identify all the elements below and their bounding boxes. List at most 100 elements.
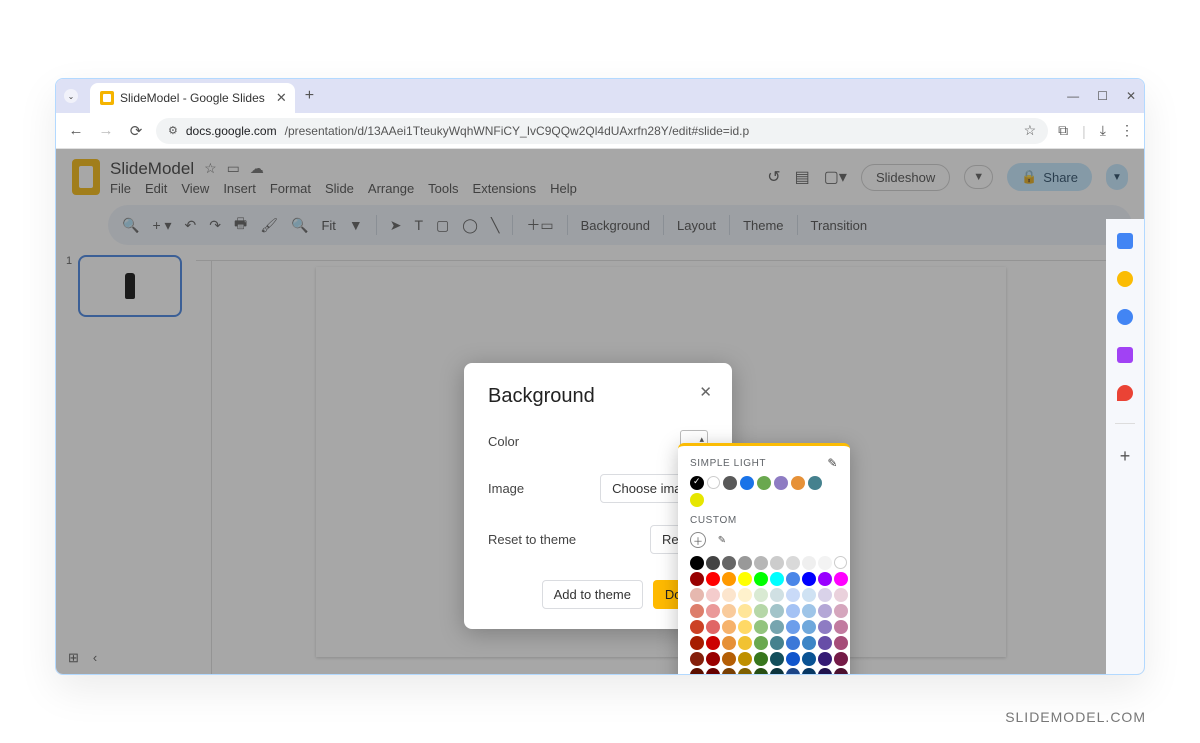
color-swatch[interactable]	[770, 636, 784, 650]
color-swatch[interactable]	[818, 588, 832, 602]
color-swatch[interactable]	[706, 636, 720, 650]
textbox-icon[interactable]: T	[414, 217, 423, 233]
color-swatch[interactable]	[802, 588, 816, 602]
color-swatch[interactable]	[802, 572, 816, 586]
color-swatch[interactable]	[802, 556, 816, 570]
color-swatch[interactable]	[834, 556, 847, 569]
maximize-icon[interactable]: ☐	[1097, 89, 1108, 103]
reload-icon[interactable]: ⟳	[126, 122, 146, 140]
zoom-level[interactable]: Fit	[321, 218, 335, 233]
color-swatch[interactable]	[770, 572, 784, 586]
color-swatch[interactable]	[706, 652, 720, 666]
color-swatch[interactable]	[770, 588, 784, 602]
doc-title[interactable]: SlideModel	[110, 159, 194, 179]
color-swatch[interactable]	[770, 620, 784, 634]
color-swatch[interactable]	[706, 556, 720, 570]
color-swatch[interactable]	[834, 668, 848, 675]
add-to-theme-button[interactable]: Add to theme	[542, 580, 643, 609]
color-swatch[interactable]	[818, 572, 832, 586]
color-swatch[interactable]	[706, 604, 720, 618]
share-button[interactable]: 🔒 Share	[1007, 163, 1092, 191]
color-swatch[interactable]	[802, 636, 816, 650]
color-swatch[interactable]	[738, 588, 752, 602]
select-tool-icon[interactable]: ➤	[390, 217, 402, 234]
shape-icon[interactable]: ◯	[462, 217, 478, 234]
color-swatch[interactable]	[786, 652, 800, 666]
color-swatch[interactable]	[706, 588, 720, 602]
menu-view[interactable]: View	[181, 181, 209, 196]
color-swatch[interactable]	[738, 636, 752, 650]
color-swatch[interactable]	[722, 620, 736, 634]
theme-swatch[interactable]	[707, 476, 720, 489]
minimize-icon[interactable]: —	[1067, 89, 1079, 103]
color-swatch[interactable]	[738, 620, 752, 634]
color-swatch[interactable]	[818, 620, 832, 634]
zoom-dropdown-icon[interactable]: ▼	[349, 217, 363, 233]
extensions-icon[interactable]: ⧉	[1058, 122, 1068, 139]
color-swatch[interactable]	[786, 636, 800, 650]
color-swatch[interactable]	[754, 556, 768, 570]
add-addon-icon[interactable]: +	[1120, 446, 1131, 467]
add-custom-color-icon[interactable]: ＋	[690, 532, 706, 548]
color-swatch[interactable]	[722, 652, 736, 666]
new-slide-icon[interactable]: + ▾	[152, 217, 171, 234]
menu-arrange[interactable]: Arrange	[368, 181, 414, 196]
color-swatch[interactable]	[834, 652, 848, 666]
color-swatch[interactable]	[722, 588, 736, 602]
search-menus-icon[interactable]: 🔍	[122, 217, 139, 234]
color-swatch[interactable]	[754, 588, 768, 602]
color-swatch[interactable]	[834, 588, 848, 602]
color-swatch[interactable]	[786, 620, 800, 634]
color-swatch[interactable]	[818, 652, 832, 666]
menu-insert[interactable]: Insert	[223, 181, 256, 196]
color-swatch[interactable]	[754, 572, 768, 586]
forward-icon[interactable]: →	[96, 122, 116, 139]
color-swatch[interactable]	[786, 668, 800, 675]
color-swatch[interactable]	[754, 668, 768, 675]
color-swatch[interactable]	[818, 636, 832, 650]
color-swatch[interactable]	[690, 556, 704, 570]
close-dialog-icon[interactable]: ✕	[699, 383, 712, 401]
menu-file[interactable]: File	[110, 181, 131, 196]
menu-extensions[interactable]: Extensions	[473, 181, 537, 196]
tab-search-icon[interactable]: ⌄	[64, 89, 78, 103]
color-swatch[interactable]	[834, 636, 848, 650]
comments-icon[interactable]: ▤	[795, 167, 810, 187]
color-swatch[interactable]	[802, 604, 816, 618]
color-swatch[interactable]	[818, 556, 832, 570]
paint-format-icon[interactable]: 🖌	[260, 217, 278, 234]
color-swatch[interactable]	[834, 604, 848, 618]
move-folder-icon[interactable]: ▭	[227, 160, 240, 177]
toolbar-transition[interactable]: Transition	[811, 218, 868, 233]
calendar-icon[interactable]	[1117, 233, 1133, 249]
chrome-menu-icon[interactable]: ⋮	[1120, 122, 1134, 139]
color-swatch[interactable]	[738, 572, 752, 586]
color-swatch[interactable]	[706, 572, 720, 586]
theme-swatch[interactable]	[690, 476, 704, 490]
menu-tools[interactable]: Tools	[428, 181, 458, 196]
color-swatch[interactable]	[722, 572, 736, 586]
download-icon[interactable]: ⤓	[1100, 122, 1106, 139]
toolbar-background[interactable]: Background	[581, 218, 650, 233]
color-swatch[interactable]	[754, 636, 768, 650]
color-swatch[interactable]	[738, 668, 752, 675]
color-swatch[interactable]	[722, 668, 736, 675]
color-swatch[interactable]	[722, 556, 736, 570]
toolbar-theme[interactable]: Theme	[743, 218, 783, 233]
color-swatch[interactable]	[706, 668, 720, 675]
theme-swatch[interactable]	[791, 476, 805, 490]
browser-tab[interactable]: SlideModel - Google Slides ✕	[90, 83, 295, 113]
menu-edit[interactable]: Edit	[145, 181, 167, 196]
image-icon[interactable]: ▢	[436, 217, 449, 234]
theme-swatch[interactable]	[690, 493, 704, 507]
close-tab-icon[interactable]: ✕	[276, 90, 287, 106]
slideshow-dropdown[interactable]: ▼	[964, 165, 993, 189]
edit-theme-icon[interactable]: ✎	[827, 456, 838, 470]
theme-swatch[interactable]	[740, 476, 754, 490]
line-icon[interactable]: ╲	[491, 217, 499, 234]
color-swatch[interactable]	[690, 620, 704, 634]
color-swatch[interactable]	[738, 652, 752, 666]
color-swatch[interactable]	[690, 604, 704, 618]
color-swatch[interactable]	[738, 604, 752, 618]
color-swatch[interactable]	[770, 556, 784, 570]
